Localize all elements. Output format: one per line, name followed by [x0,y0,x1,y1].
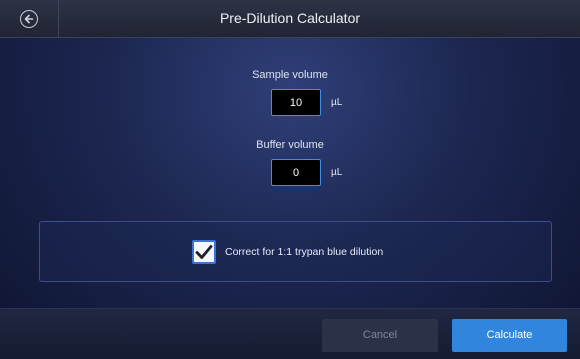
sample-volume-unit: µL [331,97,343,108]
back-button[interactable] [0,0,59,37]
buffer-volume-input[interactable] [271,159,321,186]
checkmark-icon [195,245,213,259]
buffer-volume-unit: µL [331,167,343,178]
sample-volume-input[interactable] [271,89,321,116]
cancel-button[interactable]: Cancel [322,319,438,352]
title-bar: Pre-Dilution Calculator [0,0,580,38]
trypan-correction-checkbox[interactable] [192,240,216,264]
trypan-correction-label: Correct for 1:1 trypan blue dilution [225,246,384,258]
calculate-button[interactable]: Calculate [452,319,567,352]
back-arrow-icon [20,9,38,28]
sample-volume-label: Sample volume [252,69,328,81]
buffer-volume-label: Buffer volume [256,139,324,151]
page-title: Pre-Dilution Calculator [219,10,361,26]
